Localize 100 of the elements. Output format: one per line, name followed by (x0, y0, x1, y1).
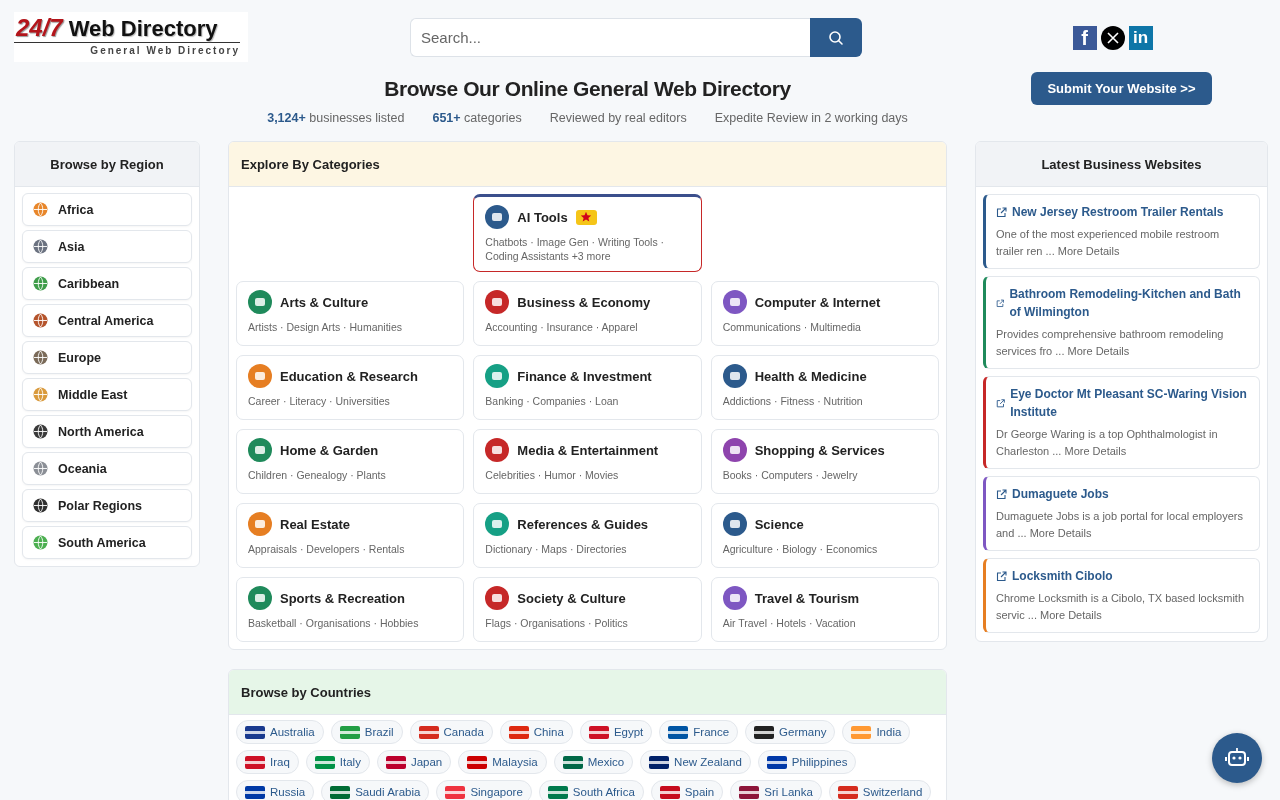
external-link-icon (996, 297, 1005, 309)
category-card[interactable]: Computer & Internet Communications · Multimedia (710, 281, 939, 346)
logo-mark: 24/7 (16, 14, 63, 42)
panel-title: Browse by Countries (229, 670, 946, 715)
search-icon (828, 29, 844, 46)
category-card[interactable]: Shopping & Services Books · Computers · Jewelry (710, 429, 939, 494)
country-chip[interactable]: Mexico (553, 750, 634, 774)
country-chip[interactable]: Switzerland (828, 780, 932, 800)
more-details-link[interactable]: More Details (1040, 609, 1102, 621)
category-card[interactable]: Sports & Recreation Basketball · Organisations · Hobbies (236, 577, 465, 642)
region-item[interactable]: Europe (22, 341, 192, 374)
category-card[interactable]: Home & Garden Children · Genealogy · Plants (236, 429, 465, 494)
category-card[interactable]: Science Agriculture · Biology · Economics (710, 503, 939, 568)
facebook-icon[interactable]: f (1072, 26, 1097, 50)
website-description: Provides comprehensive bathroom remodeling services fro ... More Details (996, 327, 1225, 359)
country-chip[interactable]: Japan (376, 750, 452, 774)
country-chip[interactable]: China (499, 720, 573, 744)
region-item[interactable]: Asia (22, 230, 192, 263)
stat-text: 651+ categories (432, 111, 522, 125)
category-card[interactable]: Travel & Tourism Air Travel · Hotels · Vacation (710, 577, 939, 642)
country-chip[interactable]: Iraq (236, 750, 299, 774)
category-title: Media & Entertainment (517, 442, 659, 458)
category-title: Society & Culture (517, 590, 626, 606)
country-chip[interactable]: Canada (409, 720, 493, 744)
country-chip[interactable]: Philippines (757, 750, 857, 774)
category-card[interactable]: Real Estate Appraisals · Developers · Rentals (236, 503, 465, 568)
more-details-link[interactable]: More Details (1064, 445, 1127, 457)
search-field[interactable]: Search... (410, 18, 810, 57)
country-chip[interactable]: Brazil (330, 720, 403, 744)
country-chip[interactable]: Russia (236, 780, 315, 800)
search-button[interactable] (810, 18, 862, 57)
category-subtitle: Banking · Companies · Loan (485, 394, 620, 408)
category-title: Home & Garden (280, 442, 379, 458)
website-link[interactable]: Dumaguete Jobs (1012, 485, 1109, 503)
category-subtitle: Appraisals · Developers · Rentals (248, 542, 406, 556)
category-card[interactable]: Business & Economy Accounting · Insurance · Apparel (473, 281, 702, 346)
category-title: References & Guides (517, 516, 649, 532)
logo[interactable]: 24/7 Web Directory General Web Directory (14, 12, 248, 62)
country-chip[interactable]: Australia (236, 720, 324, 744)
category-card[interactable]: Health & Medicine Addictions · Fitness · Nutrition (710, 355, 939, 420)
category-title: Computer & Internet (754, 294, 881, 310)
website-description: Dr George Waring is a top Ophthalmologist in Charleston ... More Details (996, 427, 1219, 459)
region-item[interactable]: Caribbean (22, 267, 192, 300)
country-chip[interactable]: Germany (745, 720, 836, 744)
x-icon[interactable] (1100, 26, 1125, 50)
country-chip[interactable]: India (842, 720, 911, 744)
country-chip[interactable]: New Zealand (640, 750, 751, 774)
website-description: Dumaguete Jobs is a job portal for local employers and ... More Details (996, 509, 1244, 541)
external-link-icon (996, 206, 1007, 218)
region-item[interactable]: North America (22, 415, 192, 448)
region-item[interactable]: Africa (22, 193, 192, 226)
category-title: Education & Research (280, 368, 418, 384)
website-link[interactable]: Eye Doctor Mt Pleasant SC-Waring Vision Institute (1010, 385, 1249, 421)
region-item[interactable]: South America (22, 526, 192, 559)
category-title: Travel & Tourism (754, 590, 860, 606)
category-title: Business & Economy (517, 294, 651, 310)
region-item[interactable]: Central America (22, 304, 192, 337)
region-item[interactable]: Polar Regions (22, 489, 192, 522)
category-card[interactable]: Society & Culture Flags · Organisations · Politics (473, 577, 702, 642)
country-chip[interactable]: Singapore (436, 780, 532, 800)
region-item[interactable]: Oceania (22, 452, 192, 485)
country-chip[interactable]: Spain (650, 780, 724, 800)
category-subtitle: Books · Computers · Jewelry (722, 468, 859, 482)
website-link[interactable]: Locksmith Cibolo (1012, 567, 1113, 585)
more-details-link[interactable]: More Details (1057, 245, 1120, 257)
category-title: Finance & Investment (517, 368, 652, 384)
stat-text: Expedite Review in 2 working days (714, 111, 908, 125)
category-title: Science (754, 516, 804, 532)
category-subtitle: Air Travel · Hotels · Vacation (722, 616, 857, 630)
logo-name: Web Directory (68, 16, 218, 42)
category-card[interactable]: References & Guides Dictionary · Maps · Directories (473, 503, 702, 568)
category-card[interactable]: Finance & Investment Banking · Companies · Loan (473, 355, 702, 420)
category-card[interactable]: Media & Entertainment Celebrities · Humor · Movies (473, 429, 702, 494)
more-details-link[interactable]: More Details (1029, 527, 1092, 539)
featured-category-card[interactable]: AI Tools Chatbots · Image Gen · Writing Tools · Coding Assistants +3 more (473, 194, 702, 272)
category-card[interactable]: Education & Research Career · Literacy · Universities (236, 355, 465, 420)
stat-text: 3,124+ businesses listed (267, 111, 405, 125)
country-chip[interactable]: Sri Lanka (730, 780, 822, 800)
category-subtitle: Agriculture · Biology · Economics (722, 542, 879, 556)
country-chip[interactable]: Italy (305, 750, 370, 774)
website-link[interactable]: Bathroom Remodeling-Kitchen and Bath of Wilmington (1009, 285, 1249, 321)
logo-tagline: General Web Directory (90, 45, 240, 56)
country-chip[interactable]: South Africa (538, 780, 644, 800)
region-item[interactable]: Middle East (22, 378, 192, 411)
chatbot-button[interactable] (1212, 733, 1262, 783)
category-subtitle: Accounting · Insurance · Apparel (485, 320, 639, 334)
category-title: Health & Medicine (754, 368, 867, 384)
country-chip[interactable]: Malaysia (458, 750, 547, 774)
country-chip[interactable]: Saudi Arabia (321, 780, 430, 800)
category-card[interactable]: Arts & Culture Artists · Design Arts · Humanities (236, 281, 465, 346)
submit-website-button[interactable]: Submit Your Website >> (1031, 72, 1212, 105)
website-link[interactable]: New Jersey Restroom Trailer Rentals (1012, 203, 1224, 221)
country-chip[interactable]: Egypt (579, 720, 653, 744)
website-description: One of the most experienced mobile restroom trailer ren ... More Details (996, 227, 1221, 259)
category-title: Sports & Recreation (280, 590, 405, 606)
stat-text: Reviewed by real editors (549, 111, 687, 125)
category-subtitle: Artists · Design Arts · Humanities (248, 320, 404, 334)
linkedin-icon[interactable]: in (1128, 26, 1153, 50)
more-details-link[interactable]: More Details (1067, 345, 1130, 357)
country-chip[interactable]: France (659, 720, 739, 744)
